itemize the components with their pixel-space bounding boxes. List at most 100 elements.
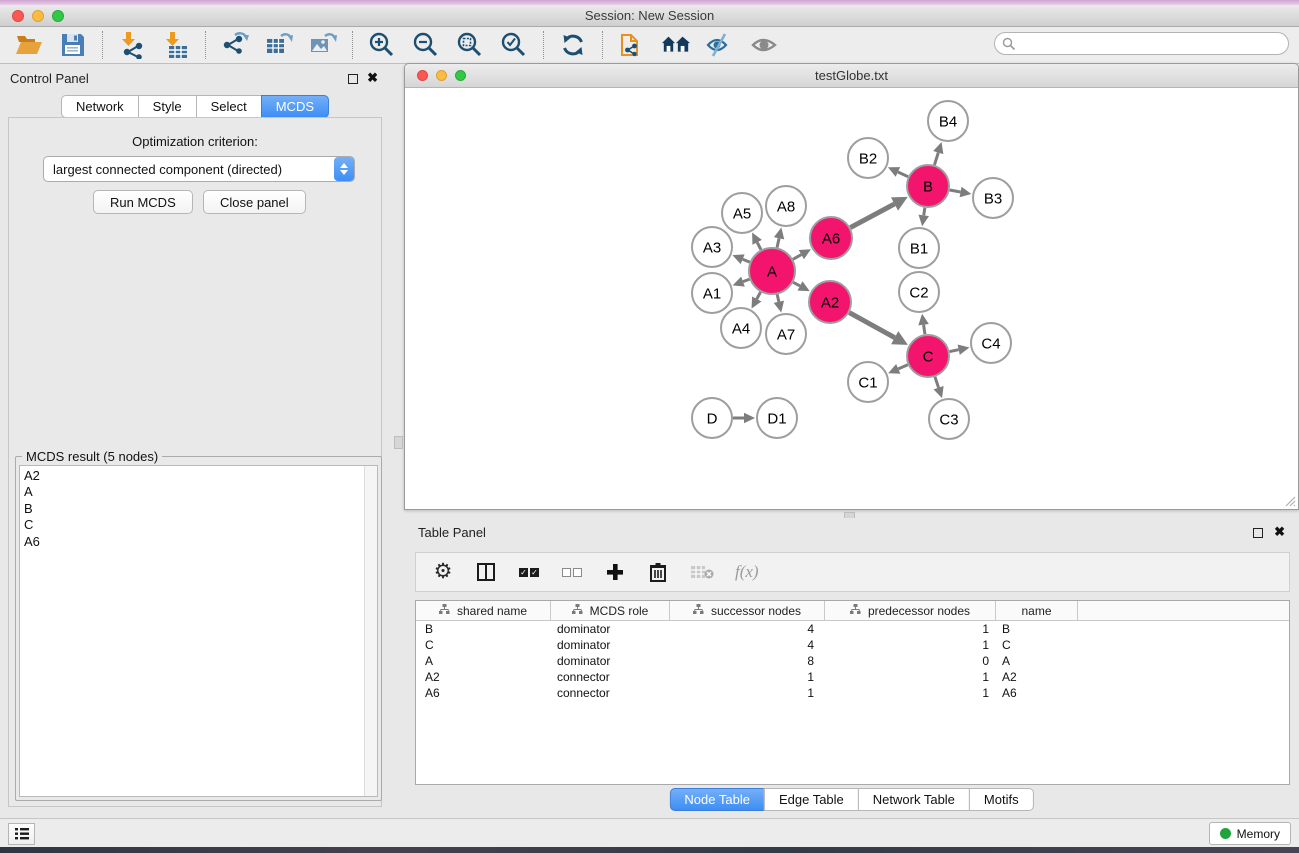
- add-column-icon[interactable]: [604, 560, 626, 584]
- graph-node-B3[interactable]: B3: [973, 178, 1013, 218]
- export-network-icon[interactable]: [220, 31, 250, 59]
- graph-node-A[interactable]: A: [749, 248, 795, 294]
- graph-node-A3[interactable]: A3: [692, 227, 732, 267]
- table-row[interactable]: A2connector11A2: [416, 669, 1289, 685]
- column-header-mcds-role[interactable]: MCDS role: [551, 601, 670, 620]
- import-table-icon[interactable]: [161, 31, 191, 59]
- table-cell[interactable]: A: [996, 653, 1078, 669]
- new-network-from-file-icon[interactable]: [617, 31, 647, 59]
- mcds-result-item[interactable]: A: [20, 484, 377, 500]
- table-cell[interactable]: 1: [670, 669, 825, 685]
- table-cell[interactable]: 8: [670, 653, 825, 669]
- delete-table-icon[interactable]: [690, 560, 714, 584]
- main-titlebar[interactable]: Session: New Session: [0, 5, 1299, 27]
- import-network-icon[interactable]: [117, 31, 147, 59]
- graph-node-A4[interactable]: A4: [721, 308, 761, 348]
- open-session-icon[interactable]: [14, 31, 44, 59]
- zoom-selected-icon[interactable]: [499, 31, 529, 59]
- column-panel-icon[interactable]: [475, 560, 497, 584]
- graph-node-C4[interactable]: C4: [971, 323, 1011, 363]
- tab-style[interactable]: Style: [138, 95, 197, 118]
- column-header-name[interactable]: name: [996, 601, 1078, 620]
- graph-edge[interactable]: [849, 313, 894, 338]
- mcds-result-item[interactable]: A6: [20, 534, 377, 550]
- graph-edge[interactable]: [743, 259, 750, 262]
- graph-edge[interactable]: [950, 350, 959, 352]
- graph-edge[interactable]: [757, 242, 761, 249]
- network-view-window[interactable]: testGlobe.txt AA1A2A3A4A5A6A7A8BB1B2B3B4…: [404, 63, 1299, 510]
- search-field[interactable]: [994, 32, 1289, 55]
- graph-node-C2[interactable]: C2: [899, 272, 939, 312]
- tab-network-table[interactable]: Network Table: [858, 788, 970, 811]
- graph-node-C3[interactable]: C3: [929, 399, 969, 439]
- table-cell[interactable]: A6: [996, 685, 1078, 701]
- graph-edge[interactable]: [935, 377, 939, 388]
- graph-node-B1[interactable]: B1: [899, 228, 939, 268]
- table-row[interactable]: Bdominator41B: [416, 621, 1289, 637]
- network-window-titlebar[interactable]: testGlobe.txt: [405, 64, 1298, 88]
- resize-grip-icon[interactable]: [1282, 493, 1296, 507]
- delete-column-icon[interactable]: [647, 560, 669, 584]
- task-history-button[interactable]: [8, 823, 35, 845]
- tab-mcds[interactable]: MCDS: [261, 95, 329, 118]
- graph-node-A5[interactable]: A5: [722, 193, 762, 233]
- table-cell[interactable]: A2: [416, 669, 551, 685]
- select-all-columns-icon[interactable]: ✓✓: [518, 560, 540, 584]
- table-settings-icon[interactable]: ⚙: [432, 560, 454, 584]
- zoom-fit-icon[interactable]: [455, 31, 485, 59]
- table-cell[interactable]: connector: [551, 669, 670, 685]
- graph-edge[interactable]: [924, 325, 925, 335]
- graph-node-C1[interactable]: C1: [848, 362, 888, 402]
- graph-node-A8[interactable]: A8: [766, 186, 806, 226]
- home-icon[interactable]: [661, 31, 691, 59]
- graph-edge[interactable]: [777, 238, 779, 247]
- graph-node-D[interactable]: D: [692, 398, 732, 438]
- mcds-result-item[interactable]: B: [20, 501, 377, 517]
- hide-details-icon[interactable]: [705, 31, 735, 59]
- graph-node-C[interactable]: C: [907, 335, 949, 377]
- table-cell[interactable]: 1: [825, 621, 996, 637]
- graph-edge[interactable]: [777, 294, 779, 301]
- graph-edge[interactable]: [757, 292, 761, 299]
- close-panel-button[interactable]: Close panel: [203, 190, 306, 214]
- graph-node-A7[interactable]: A7: [766, 314, 806, 354]
- mcds-list-scrollbar[interactable]: [364, 466, 377, 796]
- float-panel-icon[interactable]: [348, 74, 358, 84]
- table-cell[interactable]: B: [416, 621, 551, 637]
- table-cell[interactable]: dominator: [551, 621, 670, 637]
- table-cell[interactable]: A: [416, 653, 551, 669]
- memory-button[interactable]: Memory: [1209, 822, 1291, 845]
- table-cell[interactable]: C: [996, 637, 1078, 653]
- tab-node-table[interactable]: Node Table: [669, 788, 765, 811]
- table-cell[interactable]: 4: [670, 621, 825, 637]
- table-row[interactable]: Adominator80A: [416, 653, 1289, 669]
- graph-node-D1[interactable]: D1: [757, 398, 797, 438]
- graph-edge[interactable]: [898, 365, 908, 369]
- table-cell[interactable]: connector: [551, 685, 670, 701]
- table-row[interactable]: Cdominator41C: [416, 637, 1289, 653]
- function-builder-icon[interactable]: f(x): [735, 560, 759, 584]
- column-header-shared-name[interactable]: shared name: [416, 601, 551, 620]
- graph-edge[interactable]: [898, 172, 908, 177]
- graph-edge[interactable]: [850, 204, 894, 228]
- vertical-splitter-handle[interactable]: [394, 436, 403, 449]
- table-cell[interactable]: 1: [825, 637, 996, 653]
- column-header-successor-nodes[interactable]: successor nodes: [670, 601, 825, 620]
- network-graph[interactable]: AA1A2A3A4A5A6A7A8BB1B2B3B4CC1C2C3C4DD1: [406, 89, 1297, 509]
- show-details-icon[interactable]: [749, 31, 779, 59]
- tab-network[interactable]: Network: [61, 95, 139, 118]
- graph-edge[interactable]: [934, 153, 938, 165]
- node-table[interactable]: shared nameMCDS rolesuccessor nodesprede…: [415, 600, 1290, 785]
- table-cell[interactable]: dominator: [551, 653, 670, 669]
- table-cell[interactable]: 4: [670, 637, 825, 653]
- graph-edge[interactable]: [950, 190, 961, 192]
- graph-node-A1[interactable]: A1: [692, 273, 732, 313]
- table-cell[interactable]: 0: [825, 653, 996, 669]
- tab-select[interactable]: Select: [196, 95, 262, 118]
- tab-edge-table[interactable]: Edge Table: [764, 788, 859, 811]
- table-cell[interactable]: A6: [416, 685, 551, 701]
- graph-node-A6[interactable]: A6: [810, 217, 852, 259]
- graph-node-A2[interactable]: A2: [809, 281, 851, 323]
- refresh-icon[interactable]: [558, 31, 588, 59]
- mcds-result-item[interactable]: C: [20, 517, 377, 533]
